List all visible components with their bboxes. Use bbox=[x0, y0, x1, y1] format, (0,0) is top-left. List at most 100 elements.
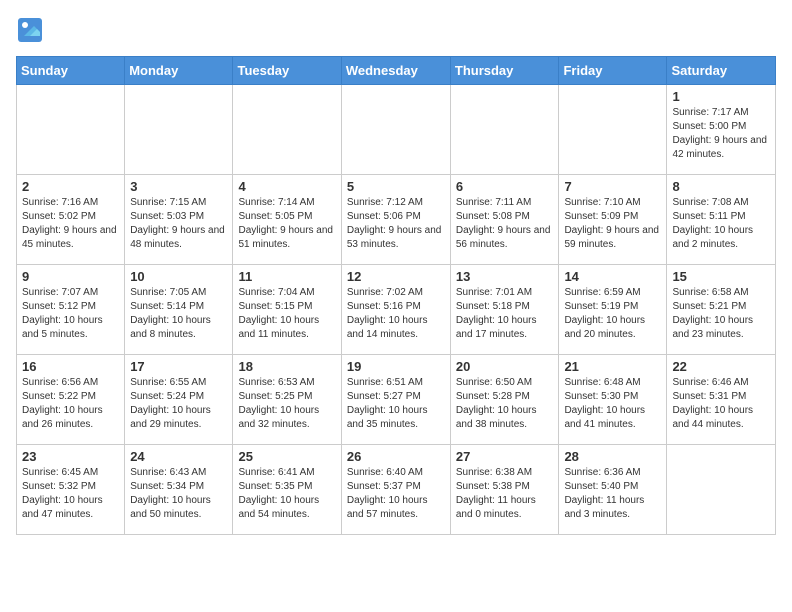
day-of-week-header: Monday bbox=[125, 57, 233, 85]
calendar-day-cell: 2Sunrise: 7:16 AM Sunset: 5:02 PM Daylig… bbox=[17, 175, 125, 265]
day-info: Sunrise: 7:11 AM Sunset: 5:08 PM Dayligh… bbox=[456, 196, 554, 252]
day-number: 6 bbox=[456, 179, 554, 194]
calendar-day-cell bbox=[125, 85, 233, 175]
calendar-day-cell: 18 Sunrise: 6:53 AM Sunset: 5:25 PM Dayli… bbox=[233, 355, 341, 445]
calendar-day-cell bbox=[667, 445, 776, 535]
day-number: 18 bbox=[238, 359, 335, 374]
day-info: Sunrise: 6:51 AM Sunset: 5:27 PM Dayligh… bbox=[347, 376, 445, 432]
day-of-week-header: Tuesday bbox=[233, 57, 341, 85]
day-info: Sunrise: 7:10 AM Sunset: 5:09 PM Dayligh… bbox=[564, 196, 661, 252]
day-info: Sunrise: 7:07 AM Sunset: 5:12 PM Dayligh… bbox=[22, 286, 119, 342]
day-number: 4 bbox=[238, 179, 335, 194]
day-number: 3 bbox=[130, 179, 227, 194]
day-info: Sunrise: 6:36 AM Sunset: 5:40 PM Dayligh… bbox=[564, 466, 661, 522]
day-info: Sunrise: 6:38 AM Sunset: 5:38 PM Dayligh… bbox=[456, 466, 554, 522]
day-info: Sunrise: 6:59 AM Sunset: 5:19 PM Dayligh… bbox=[564, 286, 661, 342]
day-number: 21 bbox=[564, 359, 661, 374]
calendar-day-cell: 6 Sunrise: 7:11 AM Sunset: 5:08 PM Daylig… bbox=[450, 175, 559, 265]
calendar-week-row: 16 Sunrise: 6:56 AM Sunset: 5:22 PM Dayli… bbox=[17, 355, 776, 445]
page-header bbox=[16, 16, 776, 44]
day-number: 22 bbox=[672, 359, 770, 374]
day-info: Sunrise: 7:08 AM Sunset: 5:11 PM Dayligh… bbox=[672, 196, 770, 252]
calendar-day-cell: 19 Sunrise: 6:51 AM Sunset: 5:27 PM Dayli… bbox=[341, 355, 450, 445]
day-info: Sunrise: 7:02 AM Sunset: 5:16 PM Dayligh… bbox=[347, 286, 445, 342]
calendar-day-cell: 21 Sunrise: 6:48 AM Sunset: 5:30 PM Dayli… bbox=[559, 355, 667, 445]
day-number: 23 bbox=[22, 449, 119, 464]
day-number: 14 bbox=[564, 269, 661, 284]
calendar-day-cell: 17Sunrise: 6:55 AM Sunset: 5:24 PM Dayli… bbox=[125, 355, 233, 445]
day-number: 9 bbox=[22, 269, 119, 284]
calendar-day-cell: 28 Sunrise: 6:36 AM Sunset: 5:40 PM Dayli… bbox=[559, 445, 667, 535]
calendar-day-cell: 10Sunrise: 7:05 AM Sunset: 5:14 PM Dayli… bbox=[125, 265, 233, 355]
day-of-week-header: Sunday bbox=[17, 57, 125, 85]
calendar-day-cell: 5 Sunrise: 7:12 AM Sunset: 5:06 PM Daylig… bbox=[341, 175, 450, 265]
day-info: Sunrise: 6:58 AM Sunset: 5:21 PM Dayligh… bbox=[672, 286, 770, 342]
calendar-week-row: 2Sunrise: 7:16 AM Sunset: 5:02 PM Daylig… bbox=[17, 175, 776, 265]
day-info: Sunrise: 6:46 AM Sunset: 5:31 PM Dayligh… bbox=[672, 376, 770, 432]
day-info: Sunrise: 7:12 AM Sunset: 5:06 PM Dayligh… bbox=[347, 196, 445, 252]
day-info: Sunrise: 6:50 AM Sunset: 5:28 PM Dayligh… bbox=[456, 376, 554, 432]
calendar-day-cell: 23 Sunrise: 6:45 AM Sunset: 5:32 PM Dayli… bbox=[17, 445, 125, 535]
day-of-week-header: Thursday bbox=[450, 57, 559, 85]
day-of-week-header: Friday bbox=[559, 57, 667, 85]
calendar-day-cell: 16 Sunrise: 6:56 AM Sunset: 5:22 PM Dayli… bbox=[17, 355, 125, 445]
calendar-day-cell: 1 Sunrise: 7:17 AM Sunset: 5:00 PM Daylig… bbox=[667, 85, 776, 175]
day-of-week-header: Wednesday bbox=[341, 57, 450, 85]
day-info: Sunrise: 7:01 AM Sunset: 5:18 PM Dayligh… bbox=[456, 286, 554, 342]
calendar-day-cell bbox=[559, 85, 667, 175]
calendar-header-row: SundayMondayTuesdayWednesdayThursdayFrid… bbox=[17, 57, 776, 85]
day-info: Sunrise: 7:04 AM Sunset: 5:15 PM Dayligh… bbox=[238, 286, 335, 342]
day-number: 7 bbox=[564, 179, 661, 194]
day-info: Sunrise: 6:40 AM Sunset: 5:37 PM Dayligh… bbox=[347, 466, 445, 522]
calendar-day-cell: 4 Sunrise: 7:14 AM Sunset: 5:05 PM Daylig… bbox=[233, 175, 341, 265]
day-number: 16 bbox=[22, 359, 119, 374]
day-number: 28 bbox=[564, 449, 661, 464]
day-info: Sunrise: 6:45 AM Sunset: 5:32 PM Dayligh… bbox=[22, 466, 119, 522]
calendar-day-cell: 13 Sunrise: 7:01 AM Sunset: 5:18 PM Dayli… bbox=[450, 265, 559, 355]
calendar-day-cell: 25 Sunrise: 6:41 AM Sunset: 5:35 PM Dayli… bbox=[233, 445, 341, 535]
day-info: Sunrise: 7:15 AM Sunset: 5:03 PM Dayligh… bbox=[130, 196, 227, 252]
calendar-week-row: 23 Sunrise: 6:45 AM Sunset: 5:32 PM Dayli… bbox=[17, 445, 776, 535]
day-number: 20 bbox=[456, 359, 554, 374]
day-number: 13 bbox=[456, 269, 554, 284]
calendar-day-cell bbox=[450, 85, 559, 175]
calendar-day-cell: 3 Sunrise: 7:15 AM Sunset: 5:03 PM Daylig… bbox=[125, 175, 233, 265]
calendar-day-cell: 7 Sunrise: 7:10 AM Sunset: 5:09 PM Daylig… bbox=[559, 175, 667, 265]
day-number: 25 bbox=[238, 449, 335, 464]
day-info: Sunrise: 7:05 AM Sunset: 5:14 PM Dayligh… bbox=[130, 286, 227, 342]
day-number: 19 bbox=[347, 359, 445, 374]
calendar-day-cell bbox=[17, 85, 125, 175]
day-number: 11 bbox=[238, 269, 335, 284]
day-info: Sunrise: 6:56 AM Sunset: 5:22 PM Dayligh… bbox=[22, 376, 119, 432]
day-of-week-header: Saturday bbox=[667, 57, 776, 85]
day-number: 12 bbox=[347, 269, 445, 284]
day-number: 8 bbox=[672, 179, 770, 194]
logo bbox=[16, 16, 46, 44]
day-number: 1 bbox=[672, 89, 770, 104]
day-number: 2 bbox=[22, 179, 119, 194]
calendar-week-row: 9 Sunrise: 7:07 AM Sunset: 5:12 PM Daylig… bbox=[17, 265, 776, 355]
calendar-day-cell: 24 Sunrise: 6:43 AM Sunset: 5:34 PM Dayli… bbox=[125, 445, 233, 535]
logo-icon bbox=[16, 16, 44, 44]
day-number: 5 bbox=[347, 179, 445, 194]
day-number: 26 bbox=[347, 449, 445, 464]
calendar-table: SundayMondayTuesdayWednesdayThursdayFrid… bbox=[16, 56, 776, 535]
day-info: Sunrise: 6:53 AM Sunset: 5:25 PM Dayligh… bbox=[238, 376, 335, 432]
calendar-day-cell: 26 Sunrise: 6:40 AM Sunset: 5:37 PM Dayli… bbox=[341, 445, 450, 535]
day-info: Sunrise: 6:48 AM Sunset: 5:30 PM Dayligh… bbox=[564, 376, 661, 432]
day-number: 24 bbox=[130, 449, 227, 464]
calendar-day-cell bbox=[233, 85, 341, 175]
calendar-day-cell: 9 Sunrise: 7:07 AM Sunset: 5:12 PM Daylig… bbox=[17, 265, 125, 355]
day-info: Sunrise: 6:55 AM Sunset: 5:24 PM Dayligh… bbox=[130, 376, 227, 432]
calendar-day-cell: 22 Sunrise: 6:46 AM Sunset: 5:31 PM Dayli… bbox=[667, 355, 776, 445]
day-info: Sunrise: 7:17 AM Sunset: 5:00 PM Dayligh… bbox=[672, 106, 770, 162]
day-info: Sunrise: 6:43 AM Sunset: 5:34 PM Dayligh… bbox=[130, 466, 227, 522]
calendar-day-cell: 15Sunrise: 6:58 AM Sunset: 5:21 PM Dayli… bbox=[667, 265, 776, 355]
calendar-day-cell: 20 Sunrise: 6:50 AM Sunset: 5:28 PM Dayli… bbox=[450, 355, 559, 445]
calendar-day-cell: 8 Sunrise: 7:08 AM Sunset: 5:11 PM Daylig… bbox=[667, 175, 776, 265]
calendar-day-cell: 12 Sunrise: 7:02 AM Sunset: 5:16 PM Dayli… bbox=[341, 265, 450, 355]
calendar-day-cell bbox=[341, 85, 450, 175]
calendar-day-cell: 11 Sunrise: 7:04 AM Sunset: 5:15 PM Dayli… bbox=[233, 265, 341, 355]
day-info: Sunrise: 7:14 AM Sunset: 5:05 PM Dayligh… bbox=[238, 196, 335, 252]
day-info: Sunrise: 6:41 AM Sunset: 5:35 PM Dayligh… bbox=[238, 466, 335, 522]
